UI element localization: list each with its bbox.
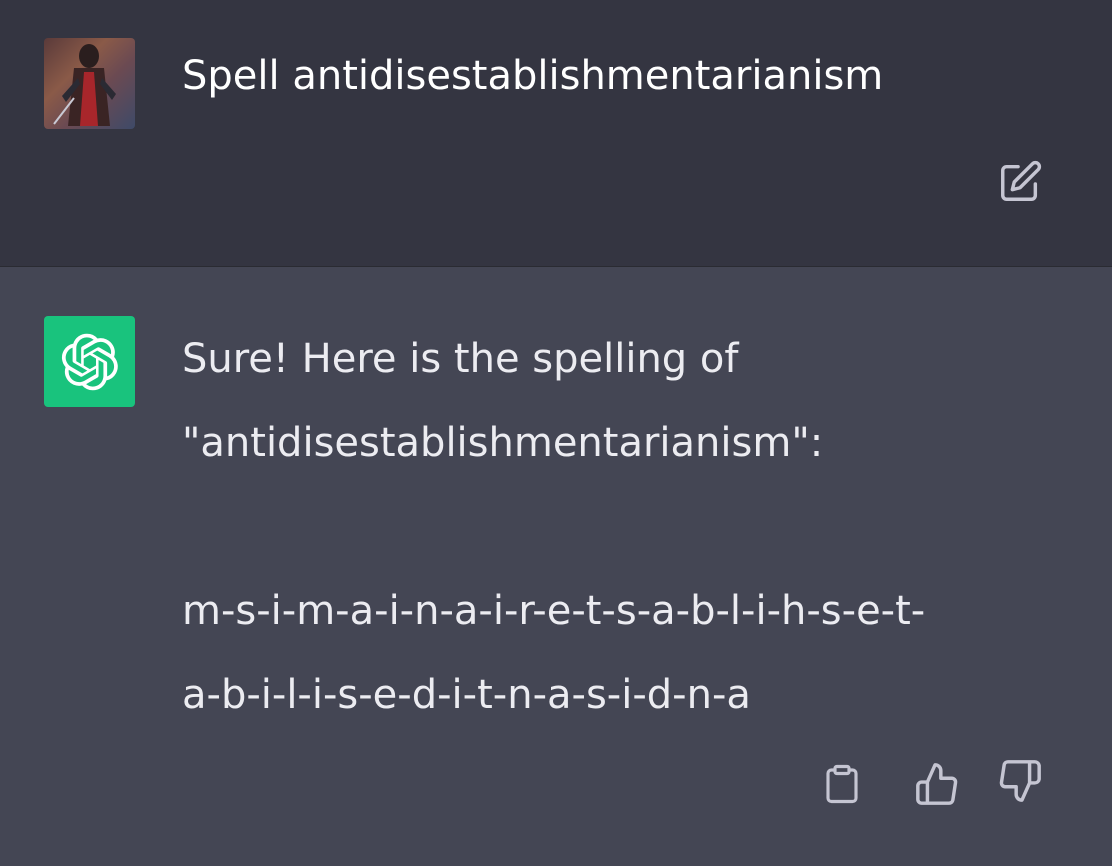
thumbs-down-icon[interactable]: [994, 755, 1046, 807]
assistant-message-text: Sure! Here is the spelling of "antidises…: [182, 317, 925, 737]
reversed-spelling-line: a-b-i-l-i-s-e-d-i-t-n-a-s-i-d-n-a: [182, 672, 751, 718]
clipboard-icon[interactable]: [818, 760, 866, 808]
openai-logo-icon: [44, 316, 135, 407]
edit-icon[interactable]: [996, 158, 1044, 206]
assistant-line: "antidisestablishmentarianism":: [182, 420, 824, 466]
hooded-figure-image: [53, 44, 116, 126]
user-message-row: Spell antidisestablishmentarianism: [0, 0, 1112, 267]
thumbs-up-icon[interactable]: [911, 758, 963, 810]
assistant-line: Sure! Here is the spelling of: [182, 336, 739, 382]
user-avatar: [44, 38, 135, 129]
user-message-text: Spell antidisestablishmentarianism: [182, 53, 884, 99]
reversed-spelling-line: m-s-i-m-a-i-n-a-i-r-e-t-s-a-b-l-i-h-s-e-…: [182, 588, 926, 634]
